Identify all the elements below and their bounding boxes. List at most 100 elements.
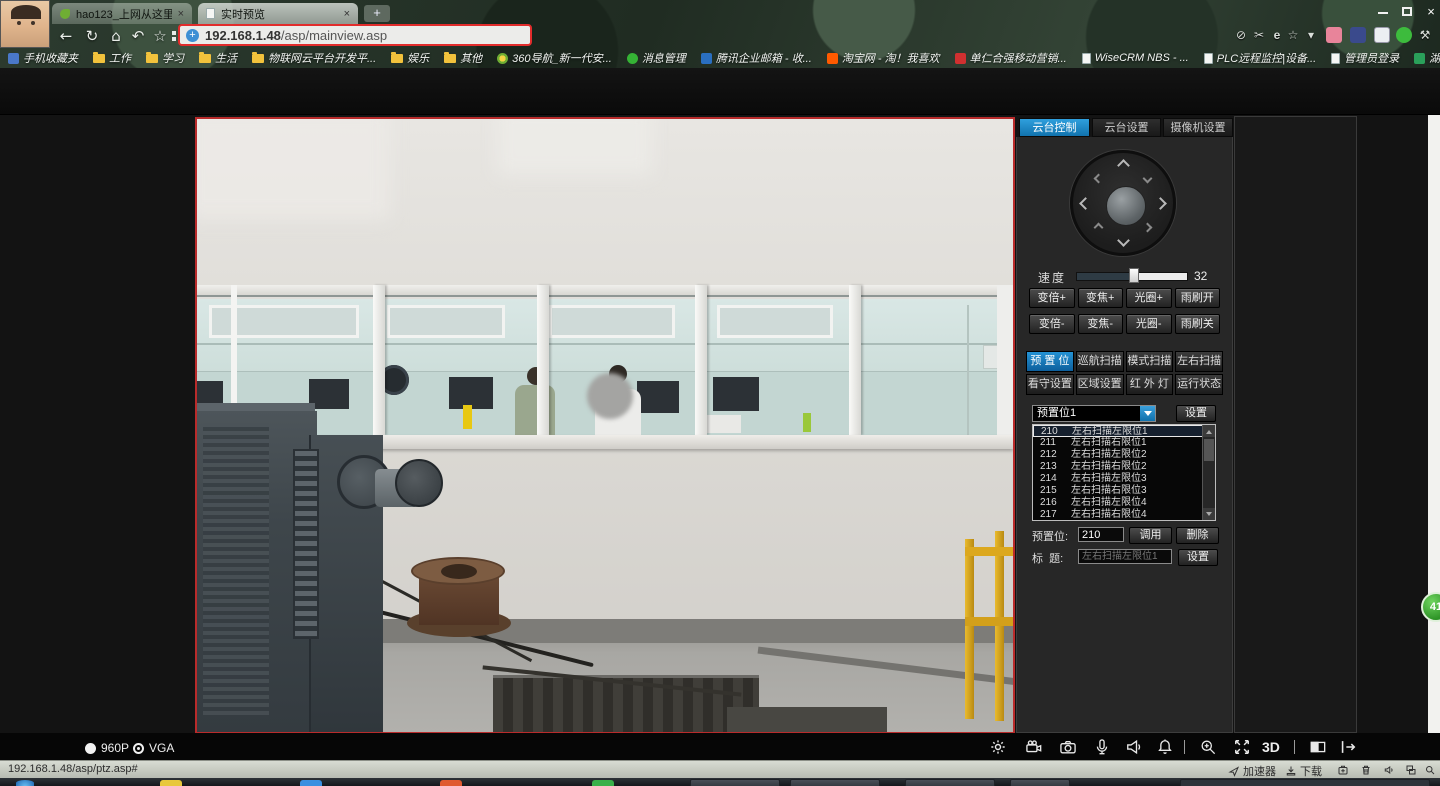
site-plus-icon[interactable]: + <box>186 29 199 42</box>
wrench-icon[interactable]: ⚒ <box>1416 27 1434 43</box>
scroll-thumb[interactable] <box>1204 439 1214 461</box>
arrow-right-icon[interactable] <box>1154 197 1167 210</box>
taskbar-window-button[interactable] <box>690 779 780 786</box>
bookmark-shanren[interactable]: 单仁合强移动营销... <box>955 50 1067 66</box>
select-dropdown-icon[interactable] <box>1140 406 1155 421</box>
iris-plus-button[interactable]: 光圈+ <box>1126 288 1172 308</box>
windows-taskbar[interactable] <box>0 778 1440 786</box>
trash-icon[interactable] <box>1360 764 1376 776</box>
preset-list-item[interactable]: 214左右扫描左限位3 <box>1033 473 1215 485</box>
arrow-up-icon[interactable] <box>1117 159 1130 172</box>
favorites-icon[interactable]: ☆ <box>1284 27 1302 43</box>
tab-pan-scan[interactable]: 左右扫描 <box>1175 351 1223 372</box>
microphone-icon[interactable] <box>1092 737 1114 757</box>
bookmark-huachen[interactable]: 湖南华辰智通科技... <box>1414 50 1440 66</box>
arrow-left-icon[interactable] <box>1079 197 1092 210</box>
tab-close-icon[interactable]: × <box>344 8 350 20</box>
accelerator-button[interactable]: 加速器 <box>1228 763 1276 779</box>
resolution-960p-radio[interactable]: 960P <box>85 741 129 755</box>
maximize-button[interactable] <box>1396 4 1418 20</box>
title-input[interactable] <box>1078 549 1172 564</box>
taskbar-icon[interactable] <box>300 780 322 786</box>
wiper-off-button[interactable]: 雨刷关 <box>1175 314 1221 334</box>
zoom-minus-button[interactable]: 变倍- <box>1029 314 1075 334</box>
address-bar[interactable]: + 192.168.1.48/asp/mainview.asp <box>178 24 532 46</box>
tab-hao123[interactable]: hao123_上网从这里开始 × <box>52 3 192 24</box>
fullscreen-icon[interactable] <box>1232 737 1254 757</box>
arrow-up-right-icon[interactable] <box>1143 174 1153 184</box>
tab-running-status[interactable]: 运行状态 <box>1175 374 1223 395</box>
taskbar-window-button[interactable] <box>905 779 995 786</box>
minimize-button[interactable] <box>1372 4 1394 20</box>
browser-avatar[interactable] <box>0 0 50 48</box>
tab-ir-light[interactable]: 红 外 灯 <box>1126 374 1174 395</box>
tab-cruise-scan[interactable]: 巡航扫描 <box>1076 351 1124 372</box>
tab-area-settings[interactable]: 区域设置 <box>1076 374 1124 395</box>
bookmark-wisecrm[interactable]: WiseCRM NBS - ... <box>1082 52 1189 64</box>
iris-minus-button[interactable]: 光圈- <box>1126 314 1172 334</box>
bookmark-fun[interactable]: 娱乐 <box>391 50 429 66</box>
url-text[interactable]: 192.168.1.48/asp/mainview.asp <box>205 28 387 43</box>
bookmark-360nav[interactable]: 360导航_新一代安... <box>497 50 612 66</box>
windows-icon[interactable] <box>1405 764 1421 776</box>
tab-ptz-control[interactable]: 云台控制 <box>1019 118 1090 137</box>
close-window-button[interactable]: × <box>1420 4 1440 20</box>
preset-list[interactable]: 210左右扫描左限位1 211左右扫描右限位1 212左右扫描左限位2 213左… <box>1032 424 1216 521</box>
apps-grid-icon[interactable] <box>172 31 176 35</box>
snapshot-camera-icon[interactable] <box>1058 737 1080 757</box>
record-camera-icon[interactable] <box>1024 737 1046 757</box>
preset-list-item[interactable]: 216左右扫描左限位4 <box>1033 497 1215 509</box>
focus-minus-button[interactable]: 变焦- <box>1078 314 1124 334</box>
undo-icon[interactable]: ↶ <box>128 26 148 46</box>
scroll-down-icon[interactable] <box>1203 508 1215 520</box>
bookmark-plc[interactable]: PLC远程监控|设备... <box>1204 50 1316 66</box>
bookmark-tencent-mail[interactable]: 腾讯企业邮箱 - 收... <box>701 50 812 66</box>
alarm-bell-icon[interactable] <box>1155 737 1177 757</box>
call-preset-button[interactable]: 调用 <box>1129 527 1172 544</box>
tab-close-icon[interactable]: × <box>178 8 184 20</box>
tab-presets[interactable]: 预 置 位 <box>1026 351 1074 372</box>
theme-skin-icon[interactable] <box>1344 4 1366 20</box>
bookmark-admin-login[interactable]: 管理员登录 <box>1331 50 1399 66</box>
new-tab-button[interactable]: + <box>364 5 390 22</box>
zoom-in-icon[interactable] <box>1198 737 1220 757</box>
bookmark-messages[interactable]: 消息管理 <box>627 50 686 66</box>
collapse-arrow-icon[interactable] <box>1338 737 1360 757</box>
system-tray[interactable] <box>1180 779 1430 786</box>
preset-set-button[interactable]: 设置 <box>1176 405 1216 422</box>
bookmark-life[interactable]: 生活 <box>199 50 237 66</box>
preset-list-item[interactable]: 217左右扫描右限位4 <box>1033 509 1215 521</box>
arrow-up-left-icon[interactable] <box>1094 174 1104 184</box>
ptz-center-ball[interactable] <box>1106 186 1146 226</box>
tab-guard-settings[interactable]: 看守设置 <box>1026 374 1074 395</box>
bookmark-study[interactable]: 学习 <box>146 50 184 66</box>
taskbar-window-button[interactable] <box>790 779 880 786</box>
taskbar-icon[interactable] <box>440 780 462 786</box>
tab-pattern-scan[interactable]: 模式扫描 <box>1126 351 1174 372</box>
zoom-search-icon[interactable] <box>1424 764 1440 776</box>
start-orb[interactable] <box>16 780 34 786</box>
favorite-star-icon[interactable]: ☆ <box>150 26 170 46</box>
preset-number-input[interactable] <box>1078 527 1124 542</box>
dropdown-icon[interactable]: ▾ <box>1302 27 1320 43</box>
title-set-button[interactable]: 设置 <box>1178 549 1218 566</box>
volume-icon[interactable] <box>1383 764 1399 776</box>
refresh-icon[interactable]: ↻ <box>82 26 102 46</box>
zoom-plus-button[interactable]: 变倍+ <box>1029 288 1075 308</box>
medkit-icon[interactable] <box>1337 764 1353 776</box>
app-mosaic-icon[interactable] <box>1350 27 1366 43</box>
preset-list-item[interactable]: 212左右扫描左限位2 <box>1033 449 1215 461</box>
panel-toggle-icon[interactable] <box>1308 737 1330 757</box>
mail-icon[interactable] <box>1374 27 1390 43</box>
ptz-direction-pad[interactable] <box>1070 150 1176 256</box>
settings-gear-icon[interactable] <box>988 737 1010 757</box>
preset-list-item[interactable]: 213左右扫描右限位2 <box>1033 461 1215 473</box>
bookmark-other[interactable]: 其他 <box>444 50 482 66</box>
app-pink-icon[interactable] <box>1326 27 1342 43</box>
bookmark-mobile[interactable]: 手机收藏夹 <box>8 50 78 66</box>
preset-list-item[interactable]: 211左右扫描右限位1 <box>1033 437 1215 449</box>
tab-ptz-settings[interactable]: 云台设置 <box>1092 118 1161 137</box>
arrow-down-right-icon[interactable] <box>1143 223 1153 233</box>
taskbar-window-button[interactable] <box>1010 779 1070 786</box>
snapshot-icon[interactable]: ✂ <box>1250 27 1268 43</box>
